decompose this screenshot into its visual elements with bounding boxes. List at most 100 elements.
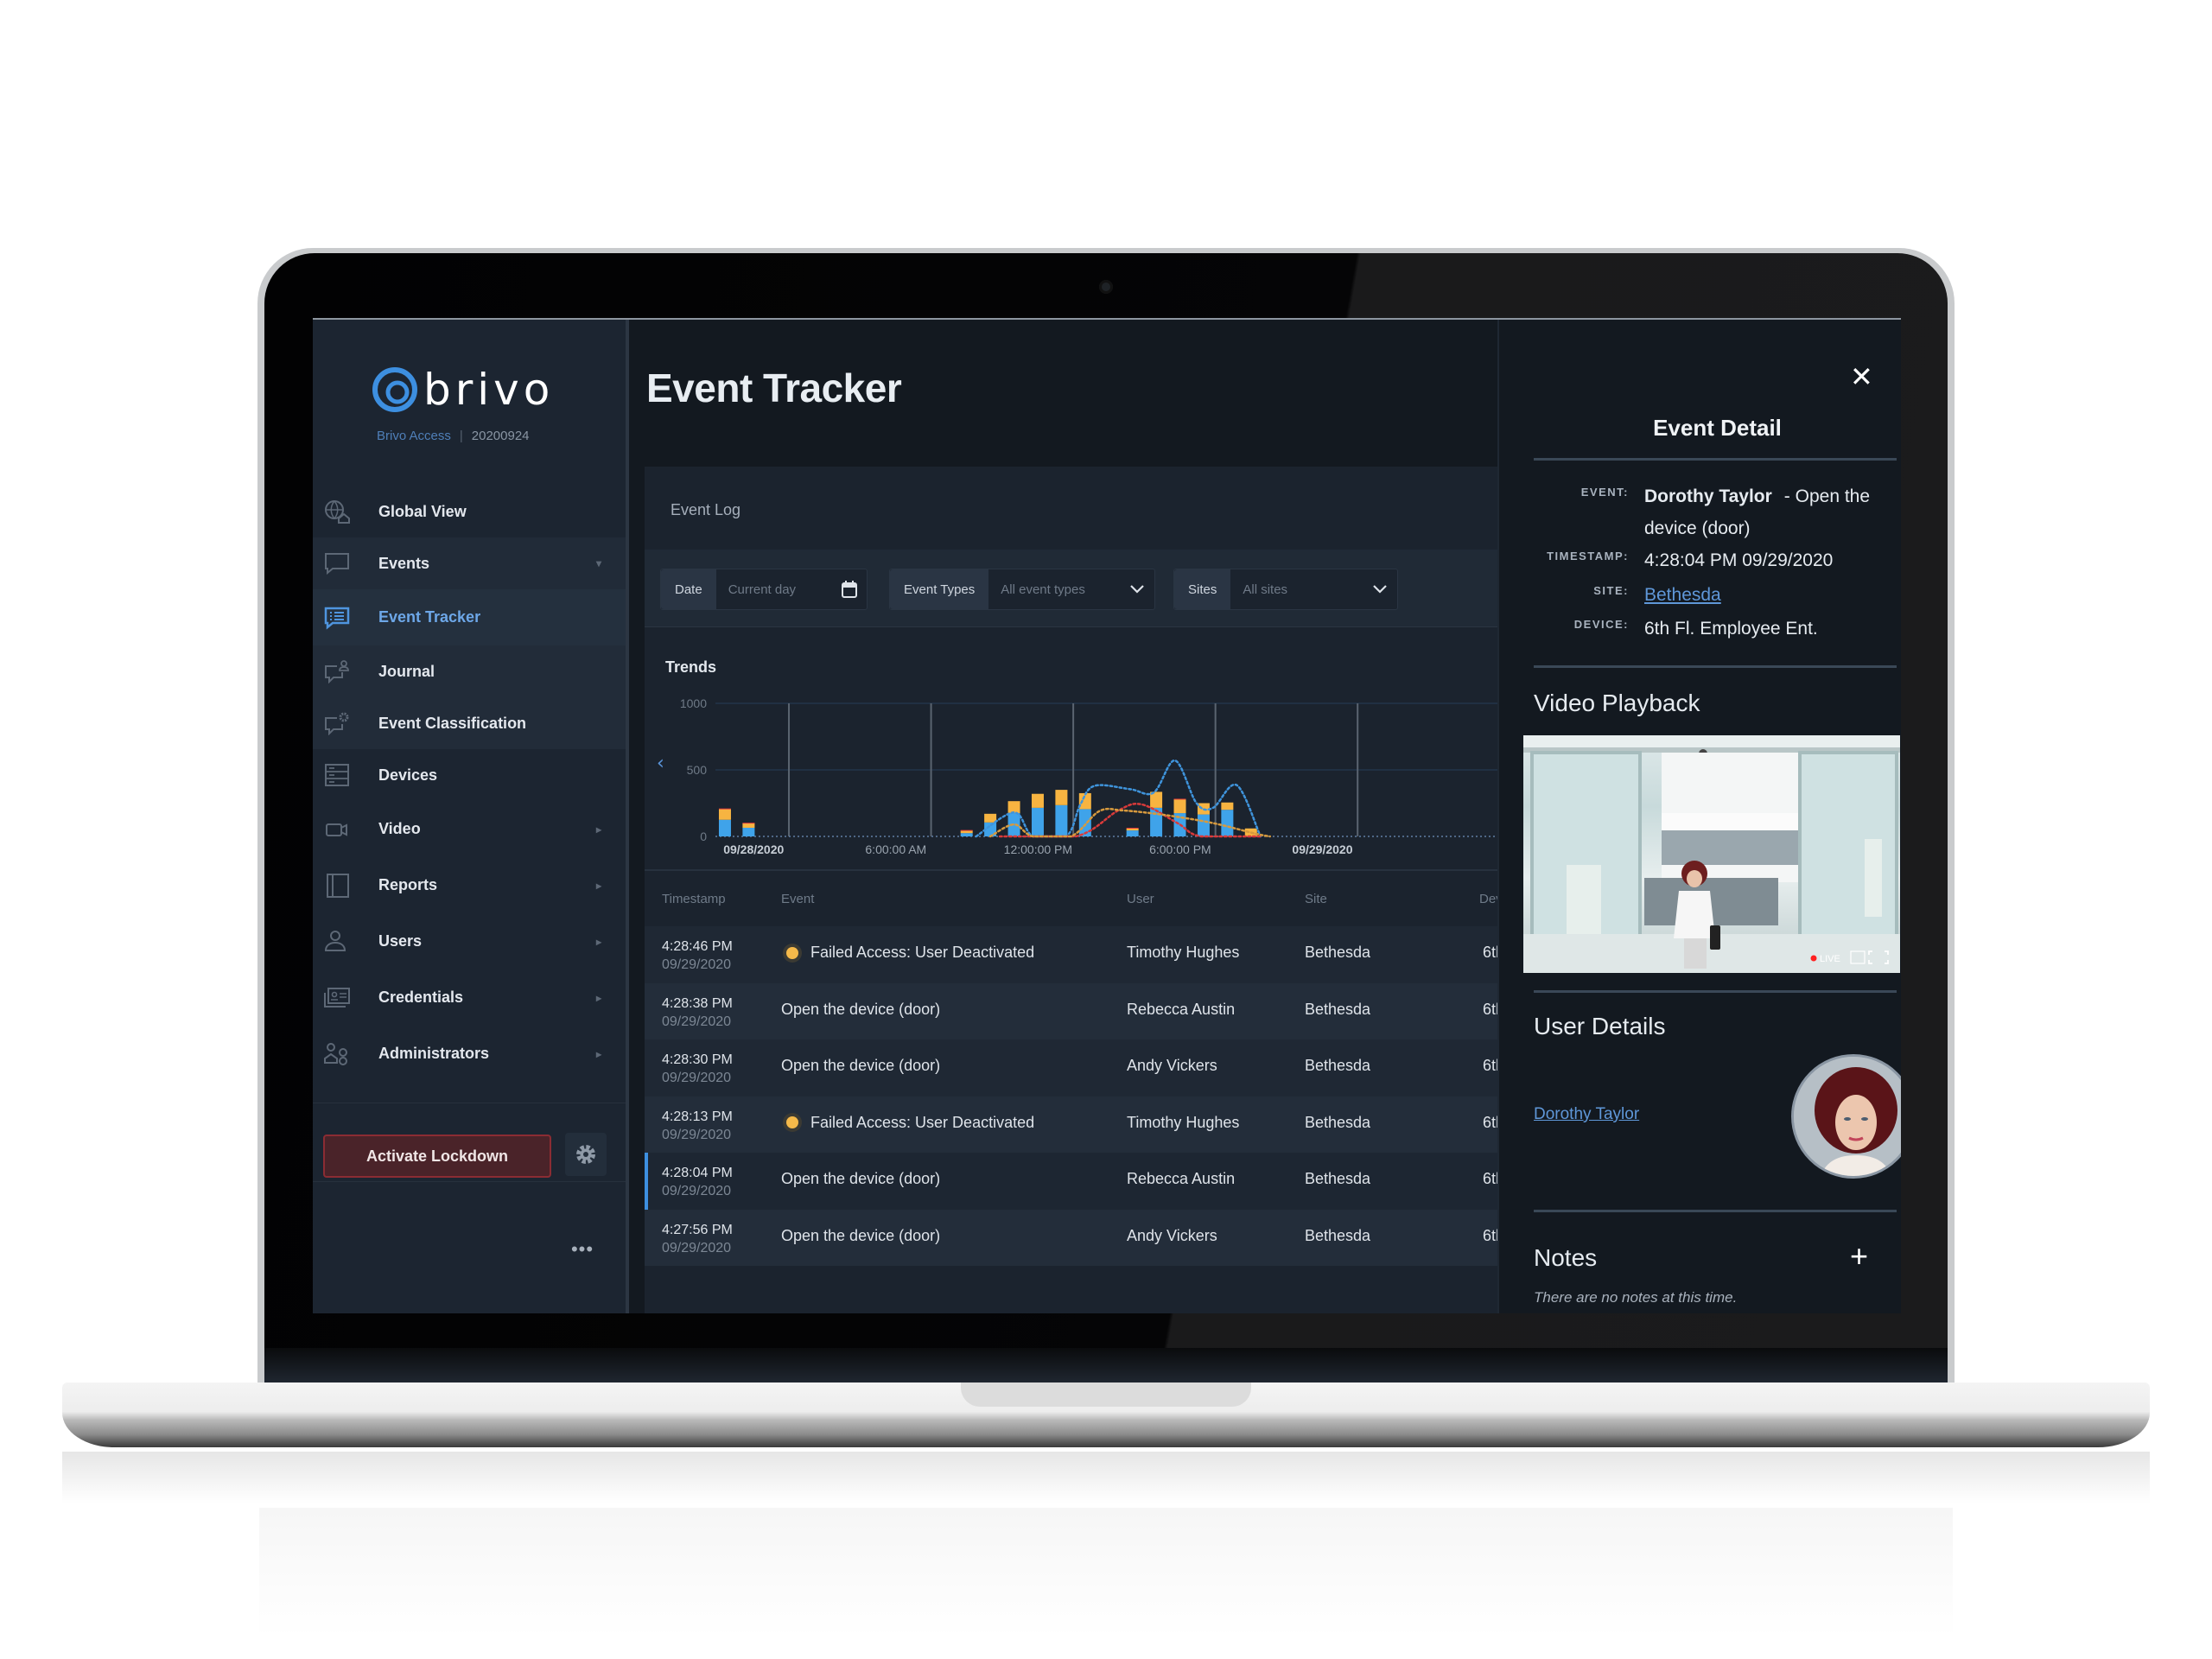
filter-bar: Date Current day Event Types All event t… bbox=[645, 550, 1497, 627]
event-text: Failed Access: User Deactivated bbox=[810, 944, 1035, 961]
sidebar-item-devices[interactable]: Devices bbox=[313, 749, 626, 801]
chevron-right-icon: ▸ bbox=[595, 991, 601, 1004]
event-text: Open the device (door) bbox=[781, 1057, 941, 1074]
chevron-right-icon: ▸ bbox=[595, 879, 601, 892]
chevron-right-icon: ▸ bbox=[595, 1047, 601, 1060]
bar-access-granted bbox=[1126, 830, 1139, 836]
cell-event: Open the device (door) bbox=[781, 1227, 940, 1245]
cell-timestamp: 4:28:13 PM 09/29/2020 bbox=[662, 1108, 733, 1144]
webcam-icon bbox=[1099, 280, 1113, 294]
sidebar-item-reports[interactable]: Reports ▸ bbox=[313, 857, 626, 913]
cell-user: Rebecca Austin bbox=[1127, 1000, 1236, 1018]
sidebar-item-event-classification[interactable]: Event Classification bbox=[313, 697, 626, 749]
user-name-link[interactable]: Dorothy Taylor bbox=[1534, 1105, 1639, 1124]
table-row[interactable]: 4:28:38 PM 09/29/2020 Open the device (doo… bbox=[645, 982, 1504, 1039]
product-version: Brivo Access | 20200924 bbox=[377, 429, 530, 443]
y-tick-label: 1000 bbox=[680, 696, 707, 710]
trends-label: Trends bbox=[665, 658, 717, 676]
table-row[interactable]: 4:28:04 PM 09/29/2020 Open the device (doo… bbox=[645, 1153, 1504, 1210]
chevron-down-icon bbox=[1120, 569, 1154, 609]
event-log-title: Event Log bbox=[671, 501, 741, 518]
sidebar-item-journal[interactable]: Journal bbox=[313, 645, 626, 697]
bar-access-denied bbox=[718, 809, 731, 820]
gear-icon bbox=[576, 1145, 595, 1164]
main-content: Event Tracker Event Log Date Current day… bbox=[629, 320, 1504, 1313]
table-row[interactable]: 4:27:56 PM 09/29/2020 Open the device (doo… bbox=[645, 1209, 1504, 1266]
cell-event: Open the device (door) bbox=[781, 1170, 940, 1188]
site-link[interactable]: Bethesda bbox=[1644, 579, 1886, 611]
bar-access-granted bbox=[1031, 807, 1044, 836]
cell-user: Andy Vickers bbox=[1127, 1226, 1217, 1244]
date: 09/29/2020 bbox=[662, 1184, 732, 1198]
settings-button[interactable] bbox=[565, 1133, 607, 1176]
lockdown-area: Activate Lockdown bbox=[313, 1103, 626, 1182]
sidebar-item-label: Devices bbox=[378, 766, 438, 784]
warning-dot-icon bbox=[786, 1116, 798, 1128]
sidebar-item-video[interactable]: Video ▸ bbox=[313, 801, 626, 857]
cell-site: Bethesda bbox=[1305, 1000, 1371, 1018]
table-row[interactable]: 4:28:46 PM 09/29/2020 Failed Access: User … bbox=[645, 926, 1504, 983]
cell-user: Andy Vickers bbox=[1127, 1057, 1217, 1074]
sidebar-item-users[interactable]: Users ▸ bbox=[313, 913, 626, 969]
sidebar-item-label: Journal bbox=[378, 662, 435, 680]
id-card-icon bbox=[324, 987, 350, 1007]
sidebar-nav: Global View Events ▾ Event Tracker Journ… bbox=[313, 486, 626, 1082]
add-note-icon[interactable]: + bbox=[1850, 1241, 1868, 1272]
chevron-right-icon: ▸ bbox=[595, 823, 601, 836]
cell-timestamp: 4:28:46 PM 09/29/2020 bbox=[662, 938, 733, 974]
sidebar-item-global-view[interactable]: Global View bbox=[313, 486, 626, 537]
cell-site: Bethesda bbox=[1305, 1170, 1371, 1187]
event-text: Open the device (door) bbox=[781, 1000, 941, 1018]
video-player[interactable]: LIVE bbox=[1523, 735, 1900, 973]
calendar-icon[interactable] bbox=[832, 569, 867, 609]
event-text: Failed Access: User Deactivated bbox=[810, 1113, 1035, 1131]
sidebar-item-label: Reports bbox=[378, 876, 438, 893]
bar-alarm bbox=[1173, 798, 1186, 800]
brivo-logo[interactable]: brivo bbox=[372, 366, 554, 413]
activate-lockdown-button[interactable]: Activate Lockdown bbox=[323, 1135, 551, 1178]
cell-site: Bethesda bbox=[1305, 1113, 1371, 1131]
sidebar-item-credentials[interactable]: Credentials ▸ bbox=[313, 969, 626, 1026]
divider bbox=[1534, 458, 1897, 461]
trends-chart: 0 500 1000 09/28/2020 6:00:00 AM 12:00:00 PM 6… bbox=[645, 683, 1497, 868]
sidebar-item-label: Events bbox=[378, 554, 430, 572]
chevron-left-icon[interactable]: ‹ bbox=[657, 753, 664, 774]
sidebar-item-label: Administrators bbox=[378, 1045, 490, 1062]
event-detail-panel: ✕ Event Detail EVENT: Dorothy Taylor - Op… bbox=[1497, 320, 1901, 1313]
table-header: Timestamp Event User Site Dev bbox=[645, 869, 1503, 926]
sidebar-item-label: Global View bbox=[378, 502, 467, 520]
laptop-hinge-notch bbox=[961, 1382, 1251, 1407]
table-row[interactable]: 4:28:30 PM 09/29/2020 Open the device (doo… bbox=[645, 1039, 1504, 1096]
sites-filter[interactable]: Sites All sites bbox=[1173, 569, 1398, 610]
bar-access-granted bbox=[1197, 814, 1210, 836]
laptop-chin bbox=[264, 1348, 1948, 1382]
cell-timestamp: 4:28:38 PM 09/29/2020 bbox=[662, 995, 733, 1031]
field-key: TIMESTAMP: bbox=[1547, 550, 1629, 563]
close-icon[interactable]: ✕ bbox=[1850, 363, 1873, 391]
cell-timestamp: 4:28:30 PM 09/29/2020 bbox=[662, 1051, 733, 1087]
sidebar-item-events[interactable]: Events ▾ bbox=[313, 537, 626, 589]
table-row[interactable]: 4:28:13 PM 09/29/2020 Failed Access: User … bbox=[645, 1096, 1504, 1153]
cell-user: Timothy Hughes bbox=[1127, 944, 1240, 961]
date: 09/29/2020 bbox=[662, 1127, 732, 1142]
column-header-user[interactable]: User bbox=[1127, 892, 1154, 906]
chevron-down-icon: ▾ bbox=[595, 557, 601, 569]
sidebar-item-administrators[interactable]: Administrators ▸ bbox=[313, 1026, 626, 1082]
cell-event: Open the device (door) bbox=[781, 1001, 940, 1019]
bar-access-granted bbox=[742, 827, 755, 836]
bar-access-granted bbox=[1221, 810, 1234, 836]
date-filter[interactable]: Date Current day bbox=[660, 569, 868, 610]
avatar[interactable] bbox=[1791, 1054, 1901, 1179]
column-header-event[interactable]: Event bbox=[781, 892, 814, 906]
column-header-site[interactable]: Site bbox=[1305, 892, 1327, 906]
time: 4:27:56 PM bbox=[662, 1222, 733, 1237]
field-key: SITE: bbox=[1593, 584, 1629, 597]
date: 09/29/2020 bbox=[662, 1240, 732, 1255]
sidebar-item-event-tracker[interactable]: Event Tracker bbox=[313, 589, 626, 645]
time: 4:28:04 PM bbox=[662, 1166, 733, 1180]
sites-filter-label: Sites bbox=[1174, 569, 1231, 609]
field-value: 4:28:04 PM 09/29/2020 bbox=[1644, 550, 1834, 570]
column-header-timestamp[interactable]: Timestamp bbox=[662, 892, 726, 906]
more-options-button[interactable]: ••• bbox=[565, 1240, 600, 1259]
event-types-filter[interactable]: Event Types All event types bbox=[889, 569, 1155, 610]
